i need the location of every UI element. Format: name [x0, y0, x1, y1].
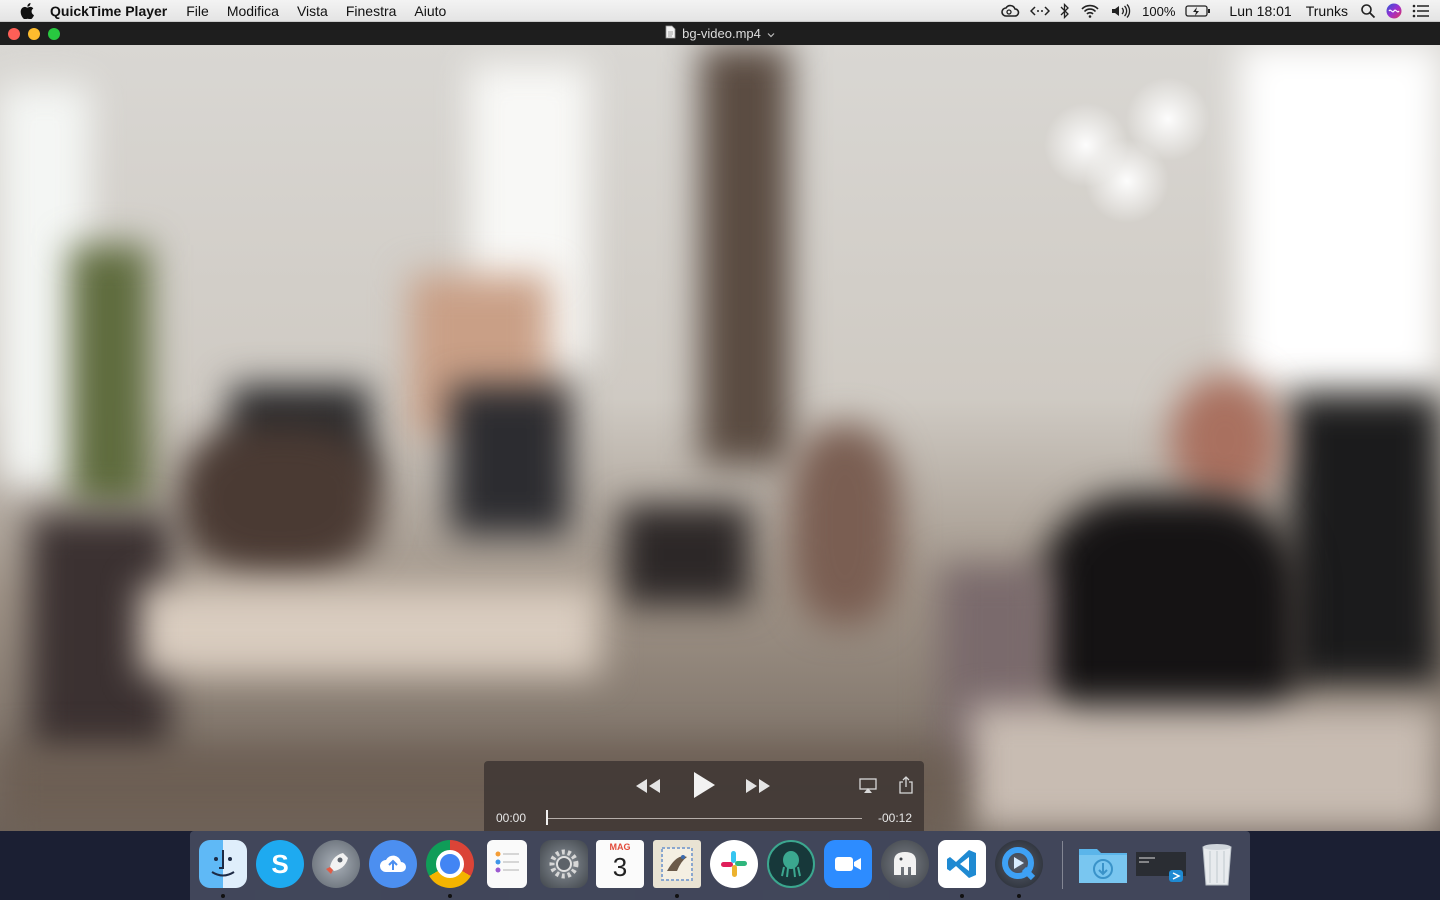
menu-bar: QuickTime Player File Modifica Vista Fin… — [0, 0, 1440, 22]
system-preferences-icon[interactable] — [540, 840, 588, 888]
calendar-month: MAG — [609, 842, 631, 852]
menu-file[interactable]: File — [177, 0, 218, 22]
current-time: 00:00 — [496, 811, 527, 825]
person-right-head — [1170, 375, 1280, 505]
document-icon — [665, 25, 676, 42]
app-name-menu[interactable]: QuickTime Player — [50, 3, 167, 19]
reminders-icon[interactable] — [487, 840, 527, 888]
person-center — [790, 425, 900, 625]
notification-center-icon[interactable] — [1412, 0, 1430, 22]
background-window-light — [1240, 45, 1440, 385]
minimized-window-icon[interactable] — [1135, 840, 1187, 888]
menu-vista[interactable]: Vista — [288, 0, 337, 22]
chevron-down-icon — [767, 26, 775, 41]
battery-charging-icon[interactable] — [1185, 0, 1211, 22]
creative-cloud-icon[interactable] — [1000, 0, 1020, 22]
close-window-button[interactable] — [8, 28, 20, 40]
desk-right — [970, 705, 1440, 831]
share-icon[interactable] — [896, 775, 916, 795]
elephant-icon[interactable] — [881, 840, 929, 888]
cloud-upload-icon[interactable] — [369, 840, 417, 888]
laptop-center — [620, 505, 750, 605]
video-frame[interactable]: 00:00 -00:12 — [0, 45, 1440, 831]
vscode-icon[interactable] — [938, 840, 986, 888]
remaining-time: -00:12 — [877, 811, 912, 825]
finder-icon[interactable] — [199, 840, 247, 888]
downloads-folder-icon[interactable] — [1077, 840, 1129, 888]
airplay-icon[interactable] — [858, 777, 878, 795]
window-title-group[interactable]: bg-video.mp4 — [665, 25, 775, 42]
menu-finestra[interactable]: Finestra — [337, 0, 406, 22]
siri-icon[interactable] — [1386, 0, 1402, 22]
fast-forward-icon[interactable] — [744, 777, 772, 795]
code-brackets-icon[interactable] — [1030, 0, 1051, 22]
battery-percent[interactable]: 100% — [1142, 4, 1175, 19]
menubar-user[interactable]: Trunks — [1306, 3, 1348, 19]
person-left — [180, 425, 380, 575]
quicktime-icon[interactable] — [995, 840, 1043, 888]
running-indicator — [221, 894, 225, 898]
volume-icon[interactable] — [1110, 0, 1132, 22]
chrome-icon[interactable] — [426, 840, 474, 888]
playback-controls: 00:00 -00:12 — [484, 761, 924, 831]
bluetooth-icon[interactable] — [1060, 0, 1070, 22]
wifi-icon[interactable] — [1080, 0, 1100, 22]
menu-modifica[interactable]: Modifica — [218, 0, 288, 22]
dock: S MAG 3 — [190, 831, 1250, 900]
window-title: bg-video.mp4 — [682, 26, 761, 41]
zoom-icon[interactable] — [824, 840, 872, 888]
background-plant — [70, 245, 150, 505]
mail-icon[interactable] — [653, 840, 701, 888]
quicktime-window: bg-video.mp4 00:00 -00:12 — [0, 22, 1440, 831]
minimize-window-button[interactable] — [28, 28, 40, 40]
trash-icon[interactable] — [1193, 840, 1241, 888]
running-indicator — [448, 894, 452, 898]
monitor-right — [1290, 395, 1440, 685]
timeline-scrubber[interactable] — [546, 818, 862, 819]
apple-icon[interactable] — [20, 2, 36, 19]
running-indicator — [960, 894, 964, 898]
menu-aiuto[interactable]: Aiuto — [405, 0, 455, 22]
background-pillar — [700, 45, 790, 465]
desk-left — [140, 585, 600, 675]
timeline-playhead[interactable] — [546, 810, 548, 825]
gitkraken-icon[interactable] — [767, 840, 815, 888]
menubar-clock[interactable]: Lun 18:01 — [1229, 3, 1291, 19]
spotlight-search-icon[interactable] — [1360, 0, 1376, 22]
dock-separator — [1062, 841, 1063, 889]
monitor-center — [450, 385, 570, 535]
window-titlebar[interactable]: bg-video.mp4 — [0, 22, 1440, 45]
play-icon[interactable] — [690, 770, 718, 800]
skype-icon[interactable]: S — [256, 840, 304, 888]
zoom-window-button[interactable] — [48, 28, 60, 40]
running-indicator — [1017, 894, 1021, 898]
rewind-icon[interactable] — [634, 777, 662, 795]
launchpad-icon[interactable] — [312, 840, 360, 888]
slack-icon[interactable] — [710, 840, 758, 888]
calendar-icon[interactable]: MAG 3 — [596, 840, 644, 888]
running-indicator — [675, 894, 679, 898]
calendar-day: 3 — [612, 852, 628, 882]
